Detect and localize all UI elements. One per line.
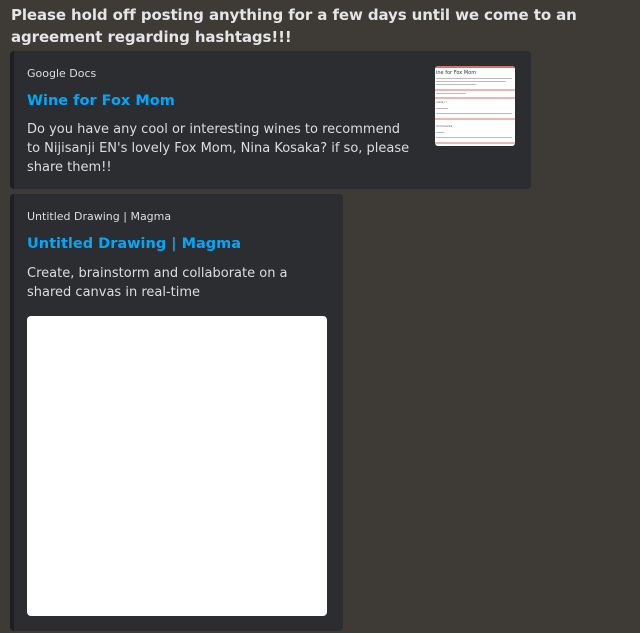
embed-description: Do you have any cool or interesting wine… [27,122,410,175]
document-thumbnail[interactable]: ine for Fox Mom ine(s) * Comments [435,66,515,146]
thumbnail-line [436,108,448,109]
magma-embed: Untitled Drawing | Magma Untitled Drawin… [10,194,343,631]
thumbnail-line [436,93,466,94]
thumbnail-line [436,132,444,133]
thumbnail-separator [435,97,515,99]
thumbnail-separator [435,118,515,120]
thumbnail-line [436,81,506,82]
embed-title-link[interactable]: Untitled Drawing | Magma [27,234,241,254]
embed-provider[interactable]: Untitled Drawing | Magma [27,210,171,224]
message-text: Please hold off posting anything for a f… [11,6,577,46]
embed-title-link[interactable]: Wine for Fox Mom [27,91,175,111]
thumbnail-separator [435,89,515,91]
google-docs-embed: Google Docs Wine for Fox Mom Do you have… [10,51,531,189]
canvas-preview-image[interactable] [27,316,327,616]
thumbnail-line [436,113,512,114]
thumbnail-title: ine for Fox Mom [436,70,477,76]
embed-provider[interactable]: Google Docs [27,67,96,81]
thumbnail-field-label: ine(s) * [436,100,447,104]
thumbnail-separator [435,142,515,144]
thumbnail-line [436,78,512,79]
thumbnail-line [436,137,512,138]
thumbnail-comments-label: Comments [436,124,453,128]
thumbnail-line [436,84,476,85]
embed-description: Create, brainstorm and collaborate on a … [27,266,288,300]
thumbnail-topbar [435,66,515,68]
chat-page: Please hold off posting anything for a f… [0,0,640,633]
